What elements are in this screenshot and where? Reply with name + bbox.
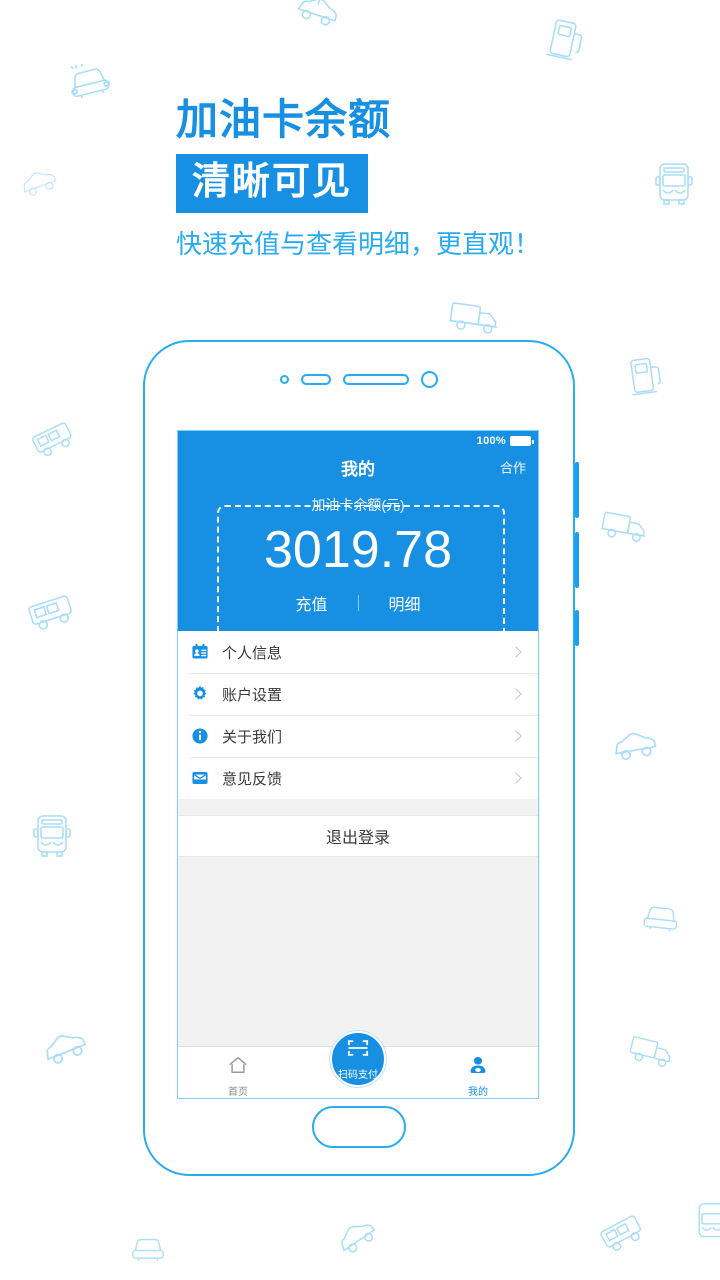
bus-side-icon [27,416,79,463]
balance-label: 加油卡余额(元) [311,497,405,513]
tab-mine[interactable]: 我的 [418,1047,538,1098]
promo-page: 加油卡余额 清晰可见 快速充值与查看明细，更直观！ 100% 我的 合作 加油卡… [0,0,720,1280]
page-title: 加油卡余额 [176,96,392,143]
truck-icon [446,296,504,339]
sensor-slot-icon [301,373,331,385]
nav-bar: 我的 合作 [178,451,538,483]
bus-side-icon [24,590,78,637]
nav-title: 我的 [341,459,375,479]
balance-actions: 充值 明细 [178,591,538,615]
car-front-icon [62,57,116,105]
car-side-icon [292,0,343,32]
phone-screen: 100% 我的 合作 加油卡余额(元) 3019.78 充值 明细 个人信息 账… [177,430,539,1099]
tab-label: 我的 [468,1087,488,1098]
chevron-right-icon [510,646,522,658]
home-icon [227,1055,249,1080]
led-indicator-icon [280,374,289,384]
car-side-icon [331,1213,383,1261]
earpiece-speaker-icon [343,373,409,385]
promo-badge-wrap: 清晰可见 [176,154,636,213]
phone-mockup: 100% 我的 合作 加油卡余额(元) 3019.78 充值 明细 个人信息 账… [143,340,579,1176]
fuel-pump-icon [625,350,665,400]
menu-item-account-settings[interactable]: 账户设置 [178,673,538,715]
menu-item-label: 账户设置 [222,686,283,704]
truck-icon [597,506,652,548]
info-icon [190,726,210,746]
power-button[interactable] [575,610,579,646]
chevron-right-icon [510,688,522,700]
tab-home[interactable]: 首页 [178,1047,298,1098]
menu-item-label: 关于我们 [222,728,283,746]
id-card-icon [190,642,210,662]
envelope-icon [190,768,210,788]
status-bar: 100% [178,431,538,451]
car-front-icon [638,898,683,936]
balance-amount: 3019.78 [264,521,452,579]
menu-item-about-us[interactable]: 关于我们 [178,715,538,757]
menu-item-feedback[interactable]: 意见反馈 [178,757,538,799]
car-side-icon [610,726,661,766]
promo-headline: 加油卡余额 清晰可见 快速充值与查看明细，更直观！ [176,94,636,261]
menu-item-label: 个人信息 [222,644,283,662]
chevron-right-icon [510,730,522,742]
volume-up-button[interactable] [575,462,579,518]
gear-icon [190,684,210,704]
bottom-tab-bar: 首页 我的 扫码支付 [178,1031,538,1098]
detail-button[interactable]: 明细 [359,591,451,615]
phone-sensor-row [145,370,573,388]
menu-item-personal-info[interactable]: 个人信息 [178,631,538,673]
menu-item-label: 意见反馈 [222,770,283,788]
fuel-pump-icon [544,13,589,65]
scan-pay-button[interactable]: 扫码支付 [330,1031,386,1087]
truck-icon [625,1031,679,1074]
bus-front-icon [692,1200,720,1244]
front-camera-icon [421,370,438,388]
nav-action-partner[interactable]: 合作 [500,458,526,477]
settings-menu-list: 个人信息 账户设置 关于我们 意见反馈 [178,631,538,799]
car-side-icon [17,164,62,201]
battery-full-icon [510,436,534,446]
car-front-icon [128,1232,168,1264]
user-icon [467,1055,489,1080]
bus-front-icon [30,812,74,860]
scan-pay-label: 扫码支付 [338,1070,378,1081]
screen-filler [178,857,538,981]
tab-label: 首页 [228,1087,248,1098]
battery-percent-label: 100% [476,435,506,447]
volume-down-button[interactable] [575,532,579,588]
car-side-icon [38,1025,93,1072]
bus-side-icon [595,1210,649,1259]
promo-badge: 清晰可见 [176,154,369,213]
home-button[interactable] [312,1106,406,1148]
bus-front-icon [652,160,696,208]
chevron-right-icon [510,772,522,784]
scan-icon [346,1037,370,1064]
balance-header: 我的 合作 加油卡余额(元) 3019.78 充值 明细 [178,451,538,675]
recharge-button[interactable]: 充值 [265,591,357,615]
promo-subtitle: 快速充值与查看明细，更直观！ [176,229,541,259]
list-section-gap [178,799,538,815]
logout-button[interactable]: 退出登录 [178,815,538,857]
